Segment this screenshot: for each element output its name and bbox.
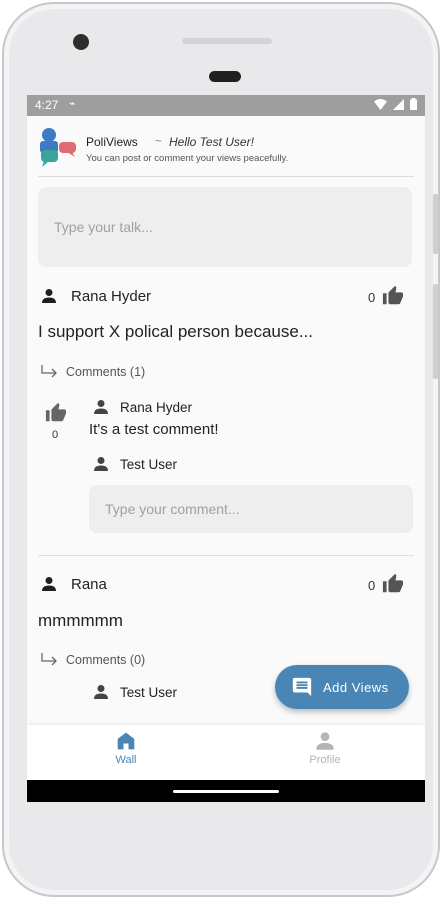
person-icon bbox=[42, 577, 56, 591]
status-time: 4:27 bbox=[35, 98, 59, 112]
app-header: PoliViews ~ Hello Test User! You can pos… bbox=[27, 116, 425, 171]
home-gesture-pill[interactable] bbox=[173, 790, 279, 793]
top-speaker bbox=[182, 38, 272, 44]
reply-arrow-icon bbox=[41, 365, 57, 378]
like-count: 0 bbox=[368, 578, 376, 593]
reply-arrow-icon bbox=[41, 653, 57, 666]
app-tagline: You can post or comment your views peace… bbox=[86, 153, 289, 164]
post-author: Rana Hyder bbox=[71, 288, 152, 305]
volume-button bbox=[433, 284, 438, 379]
header-divider bbox=[38, 176, 414, 177]
comment-author: Rana Hyder bbox=[120, 400, 193, 415]
add-views-label: Add Views bbox=[323, 679, 389, 695]
app-screen: 4:27 ⌁ PoliViews ~ Hello Test User! You … bbox=[27, 95, 425, 802]
system-nav-bar bbox=[27, 780, 425, 802]
greeting: Hello Test User! bbox=[169, 135, 254, 149]
home-icon bbox=[117, 732, 135, 750]
phone-frame: 4:27 ⌁ PoliViews ~ Hello Test User! You … bbox=[2, 2, 440, 897]
nav-profile[interactable]: Profile bbox=[280, 731, 370, 777]
current-user-name: Test User bbox=[120, 457, 178, 472]
front-camera bbox=[73, 34, 89, 50]
signal-icon bbox=[393, 98, 404, 110]
comment-like-count: 0 bbox=[52, 429, 59, 441]
post-divider bbox=[38, 555, 414, 556]
post-text: mmmmmm bbox=[38, 611, 123, 630]
comments-label: Comments (0) bbox=[66, 653, 146, 667]
post-card: Rana Hyder 0 I support X polical person … bbox=[27, 285, 425, 555]
person-icon bbox=[94, 457, 108, 471]
nav-profile-label: Profile bbox=[309, 754, 341, 766]
comment-text: It's a test comment! bbox=[89, 421, 219, 438]
comment-icon bbox=[292, 677, 312, 697]
nav-wall-label: Wall bbox=[115, 754, 137, 766]
chat-logo-icon bbox=[40, 128, 76, 167]
comments-toggle[interactable]: Comments (1) bbox=[40, 364, 145, 380]
nav-wall[interactable]: Wall bbox=[81, 731, 171, 777]
comments-toggle[interactable]: Comments (0) bbox=[40, 652, 145, 668]
add-views-button[interactable]: Add Views bbox=[275, 665, 409, 709]
person-icon bbox=[94, 685, 108, 699]
thumbs-up-icon[interactable] bbox=[382, 573, 404, 595]
like-count: 0 bbox=[368, 290, 376, 305]
talk-input[interactable] bbox=[38, 187, 412, 267]
status-icons bbox=[374, 98, 417, 110]
person-icon bbox=[316, 732, 334, 750]
person-icon bbox=[94, 400, 108, 414]
usb-icon: ⌁ bbox=[69, 98, 76, 110]
title-separator: ~ bbox=[155, 134, 163, 148]
post-text: I support X polical person because... bbox=[38, 322, 313, 341]
bottom-nav: Wall Profile bbox=[27, 725, 425, 780]
battery-icon bbox=[410, 98, 417, 110]
post-author: Rana bbox=[71, 576, 107, 593]
power-button bbox=[433, 194, 438, 254]
thumbs-up-icon[interactable] bbox=[382, 285, 404, 307]
comment-input[interactable] bbox=[89, 485, 413, 533]
thumbs-up-icon[interactable] bbox=[45, 402, 67, 424]
wifi-icon bbox=[374, 98, 387, 110]
app-title: PoliViews bbox=[86, 135, 138, 149]
current-user-name: Test User bbox=[120, 685, 178, 700]
comments-label: Comments (1) bbox=[66, 365, 146, 379]
person-icon bbox=[42, 289, 56, 303]
earpiece bbox=[209, 71, 241, 82]
status-bar: 4:27 ⌁ bbox=[27, 95, 425, 116]
